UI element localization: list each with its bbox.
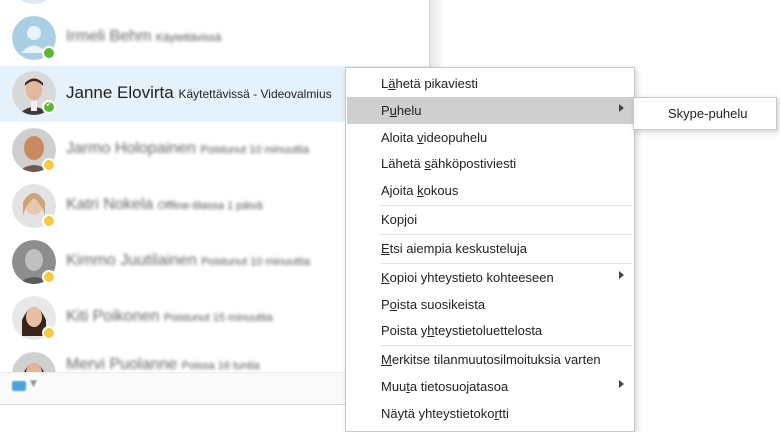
- audio-device-icon[interactable]: [12, 381, 26, 391]
- contact-status: Offline-tilassa 1 päivä: [157, 200, 263, 212]
- presence-available-icon: [42, 46, 56, 60]
- contact-status: Poistunut 15 minuuttia: [163, 312, 273, 324]
- contact-row-partial[interactable]: [0, 0, 429, 10]
- skype-for-business-window: Irmeli Behm Käytettävissä ✓ Janne Elovir…: [0, 0, 780, 432]
- chevron-down-icon[interactable]: ▼: [30, 379, 37, 389]
- presence-away-icon: [42, 270, 56, 284]
- contact-name: Kimmo Juutilainen: [66, 252, 197, 269]
- contact-status: Poistunut 10 minuuttia: [200, 144, 310, 156]
- menu-item-send-email[interactable]: Lähetä sähköpostiviesti: [347, 150, 634, 177]
- contact-name: Kiti Poikonen: [66, 308, 160, 325]
- contact-status: Käytettävissä: [155, 32, 222, 44]
- contact-name: Mervi Puolanne: [66, 356, 178, 373]
- call-submenu: Skype-puhelu: [633, 97, 777, 130]
- contact-avatar: [12, 0, 56, 4]
- contact-row-irmeli[interactable]: Irmeli Behm Käytettävissä: [0, 10, 429, 66]
- presence-available-icon: ✓: [42, 99, 56, 114]
- menu-item-schedule-meeting[interactable]: Ajoita kokous: [347, 177, 634, 204]
- menu-item-remove-favorites[interactable]: Poista suosikeista: [347, 291, 634, 318]
- submenu-arrow-icon: [619, 104, 624, 112]
- menu-item-call[interactable]: Puhelu: [347, 97, 634, 124]
- presence-away-icon: [42, 214, 56, 228]
- submenu-arrow-icon: [619, 380, 624, 388]
- presence-away-icon: [42, 326, 56, 340]
- menu-item-video-call[interactable]: Aloita videopuhelu: [347, 124, 634, 151]
- presence-away-icon: [42, 158, 56, 172]
- submenu-item-skype-call[interactable]: Skype-puhelu: [668, 106, 748, 121]
- menu-item-find-conversations[interactable]: Etsi aiempia keskusteluja: [347, 235, 634, 262]
- submenu-arrow-icon: [619, 271, 624, 279]
- menu-item-copy[interactable]: Kopjoi: [347, 206, 634, 233]
- contact-status: Poissa 16 tuntia: [181, 360, 260, 372]
- contact-name: Janne Elovirta: [66, 83, 174, 102]
- contact-context-menu: Lähetä pikaviesti Puhelu Aloita videopuh…: [345, 67, 635, 432]
- contact-status: Poistunut 10 minuuttia: [201, 256, 311, 268]
- menu-item-copy-contact-to[interactable]: Kopioi yhteystieto kohteeseen: [347, 264, 634, 291]
- menu-item-tag-status-alerts[interactable]: Merkitse tilanmuutosilmoituksia varten: [347, 346, 634, 373]
- contact-status: Käytettävissä - Videovalmius: [178, 87, 332, 101]
- contact-name: Jarmo Holopainen: [66, 140, 196, 157]
- menu-item-send-im[interactable]: Lähetä pikaviesti: [347, 70, 634, 97]
- contact-name: Irmeli Behm: [66, 28, 152, 45]
- menu-item-remove-contact[interactable]: Poista yhteystietoluettelosta: [347, 317, 634, 344]
- menu-item-change-privacy[interactable]: Muuta tietosuojatasoa: [347, 373, 634, 400]
- menu-item-show-contact-card[interactable]: Näytä yhteystietokortti: [347, 400, 634, 427]
- contact-name: Katri Nokela: [66, 196, 154, 213]
